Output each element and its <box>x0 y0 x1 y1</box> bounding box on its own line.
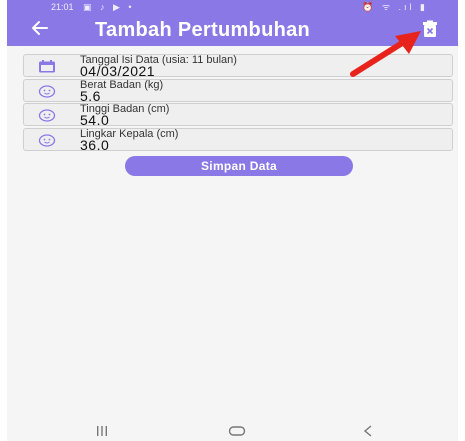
head-circumference-value: 36.0 <box>80 137 110 153</box>
recents-icon[interactable] <box>95 424 109 438</box>
back-button[interactable] <box>29 18 51 40</box>
date-value: 04/03/2021 <box>80 63 156 79</box>
home-icon[interactable] <box>228 424 246 438</box>
head-circumference-field[interactable]: Lingkar Kepala (cm) 36.0 <box>23 128 453 153</box>
red-arrow-icon <box>350 31 421 77</box>
system-nav-bar <box>7 420 458 441</box>
weight-value: 5.6 <box>80 88 101 104</box>
status-time: 21:01 <box>51 2 74 12</box>
save-button[interactable]: Simpan Data <box>125 156 353 176</box>
baby-face-icon <box>38 85 56 98</box>
height-value: 54.0 <box>80 112 110 128</box>
baby-face-icon <box>38 109 56 122</box>
status-bar: 21:01 ▣ ♪ ▶ • ⏰ ᯤ .ıl ▮ <box>7 0 458 14</box>
calendar-icon <box>39 60 55 73</box>
height-field[interactable]: Tinggi Badan (cm) 54.0 <box>23 103 453 128</box>
back-icon[interactable] <box>362 424 374 438</box>
page-title: Tambah Pertumbuhan <box>95 19 311 41</box>
weight-field[interactable]: Berat Badan (kg) 5.6 <box>23 79 453 104</box>
system-icons: ⏰ ᯤ .ıl ▮ <box>362 2 428 12</box>
arrow-left-icon <box>32 21 48 35</box>
notification-icons: ▣ ♪ ▶ • <box>83 2 135 12</box>
baby-face-icon <box>38 134 56 147</box>
